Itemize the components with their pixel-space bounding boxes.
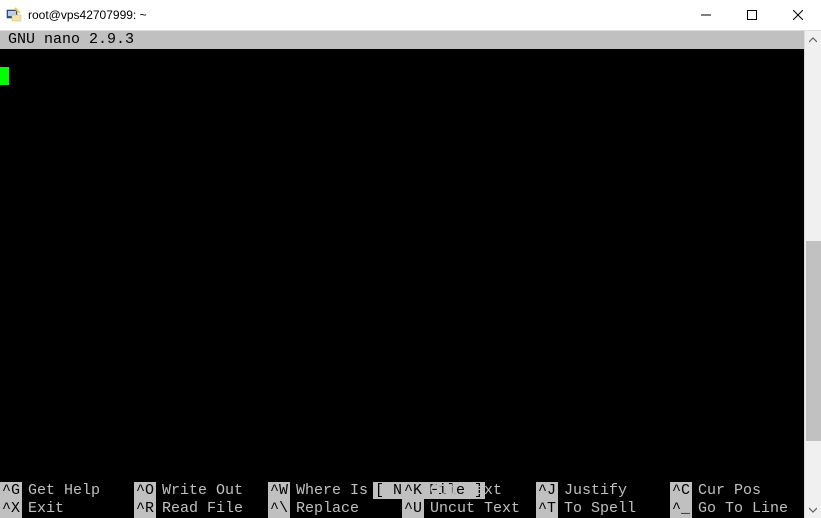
vertical-scrollbar[interactable] bbox=[804, 31, 821, 518]
status-line: [ New File ] bbox=[0, 464, 804, 482]
shortcut-exit: ^XExit bbox=[0, 500, 134, 518]
shortcut-replace: ^\Replace bbox=[268, 500, 402, 518]
shortcut-uncut-text: ^UUncut Text bbox=[402, 500, 536, 518]
shortcut-justify: ^JJustify bbox=[536, 482, 670, 500]
maximize-button[interactable] bbox=[729, 0, 775, 30]
shortcut-go-to-line: ^_Go To Line bbox=[670, 500, 804, 518]
shortcut-cut-text: ^KCut Text bbox=[402, 482, 536, 500]
minimize-button[interactable] bbox=[683, 0, 729, 30]
scroll-thumb[interactable] bbox=[806, 241, 821, 441]
shortcut-bar: ^GGet Help ^OWrite Out ^WWhere Is ^KCut … bbox=[0, 482, 804, 518]
window-titlebar: root@vps42707999: ~ bbox=[0, 0, 821, 31]
nano-header: demo.txt GNU nano 2.9.3 bbox=[0, 31, 804, 49]
shortcut-where-is: ^WWhere Is bbox=[268, 482, 402, 500]
text-cursor bbox=[0, 67, 9, 85]
shortcut-write-out: ^OWrite Out bbox=[134, 482, 268, 500]
window-title: root@vps42707999: ~ bbox=[28, 8, 683, 22]
shortcut-read-file: ^RRead File bbox=[134, 500, 268, 518]
shortcut-to-spell: ^TTo Spell bbox=[536, 500, 670, 518]
terminal-container: demo.txt GNU nano 2.9.3 [ New File ] ^GG… bbox=[0, 31, 821, 518]
shortcut-get-help: ^GGet Help bbox=[0, 482, 134, 500]
putty-icon bbox=[6, 7, 22, 23]
close-button[interactable] bbox=[775, 0, 821, 30]
terminal[interactable]: demo.txt GNU nano 2.9.3 [ New File ] ^GG… bbox=[0, 31, 804, 518]
window-controls bbox=[683, 0, 821, 30]
nano-app-name: GNU nano 2.9.3 bbox=[8, 31, 134, 49]
scroll-down-arrow[interactable] bbox=[805, 501, 821, 518]
shortcut-cur-pos: ^CCur Pos bbox=[670, 482, 804, 500]
editor-area[interactable] bbox=[0, 49, 804, 464]
scroll-up-arrow[interactable] bbox=[805, 31, 821, 48]
